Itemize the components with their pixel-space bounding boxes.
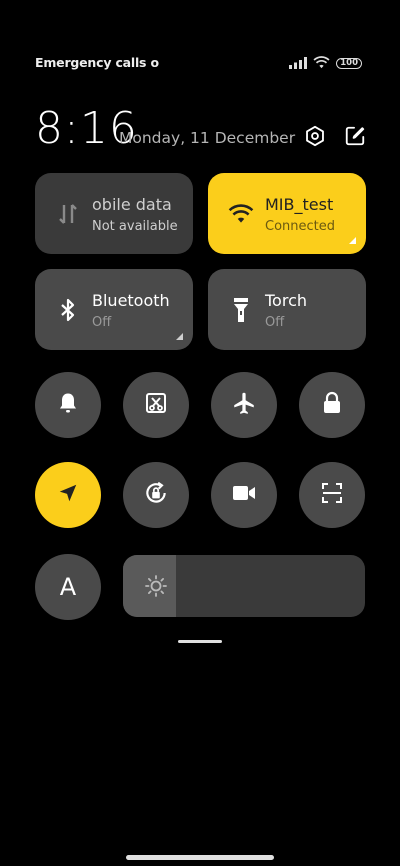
wifi-icon: [228, 201, 254, 227]
font-size-label: A: [59, 573, 77, 601]
rotation-lock-icon: [143, 480, 169, 510]
battery-indicator: 100: [336, 58, 362, 69]
brightness-sun-icon: [144, 574, 168, 598]
signal-bars-icon: [289, 54, 308, 73]
tile-mobile-data-label: obile data: [92, 195, 172, 214]
home-indicator[interactable]: [126, 855, 274, 860]
toggle-screenshot[interactable]: [123, 372, 189, 438]
toggle-lock-screen[interactable]: [299, 372, 365, 438]
bell-icon: [56, 391, 80, 419]
lock-icon: [321, 391, 343, 419]
tile-wifi-status: Connected: [265, 219, 336, 234]
screenshot-scissors-icon: [144, 391, 168, 419]
expand-corner-icon: [349, 237, 356, 244]
tile-torch-label: Torch: [265, 291, 308, 310]
toggle-font-size[interactable]: A: [35, 554, 101, 620]
edit-icon[interactable]: [343, 124, 367, 148]
video-camera-icon: [231, 483, 257, 507]
tile-torch[interactable]: Torch Off: [208, 269, 366, 350]
toggle-scanner[interactable]: [299, 462, 365, 528]
expand-corner-icon: [176, 333, 183, 340]
scan-icon: [320, 481, 344, 509]
status-bar: Emergency calls o 100: [35, 54, 362, 74]
torch-icon: [228, 297, 254, 323]
toggle-airplane-mode[interactable]: [211, 372, 277, 438]
location-icon: [57, 482, 79, 508]
tile-mobile-data-status: Not available: [92, 219, 178, 234]
panel-handle[interactable]: [178, 640, 222, 643]
toggle-ringer[interactable]: [35, 372, 101, 438]
wifi-status-icon: [313, 54, 330, 73]
tile-wifi-label: MIB_test: [265, 195, 334, 214]
tile-bluetooth[interactable]: Bluetooth Off: [35, 269, 193, 350]
tile-torch-status: Off: [265, 315, 285, 330]
tile-mobile-data[interactable]: obile data Not available: [35, 173, 193, 254]
brightness-slider[interactable]: [123, 555, 365, 617]
tile-bluetooth-label: Bluetooth: [92, 291, 170, 310]
airplane-icon: [231, 390, 257, 420]
tile-wifi[interactable]: MIB_test Connected: [208, 173, 366, 254]
toggle-rotation-lock[interactable]: [123, 462, 189, 528]
toggle-screen-recorder[interactable]: [211, 462, 277, 528]
tile-bluetooth-status: Off: [92, 315, 112, 330]
mobile-data-icon: [55, 201, 81, 227]
carrier-text: Emergency calls o: [35, 55, 159, 70]
toggle-location[interactable]: [35, 462, 101, 528]
bluetooth-icon: [55, 297, 81, 323]
date-text: Monday, 11 December: [119, 129, 296, 147]
settings-gear-icon[interactable]: [303, 124, 327, 148]
